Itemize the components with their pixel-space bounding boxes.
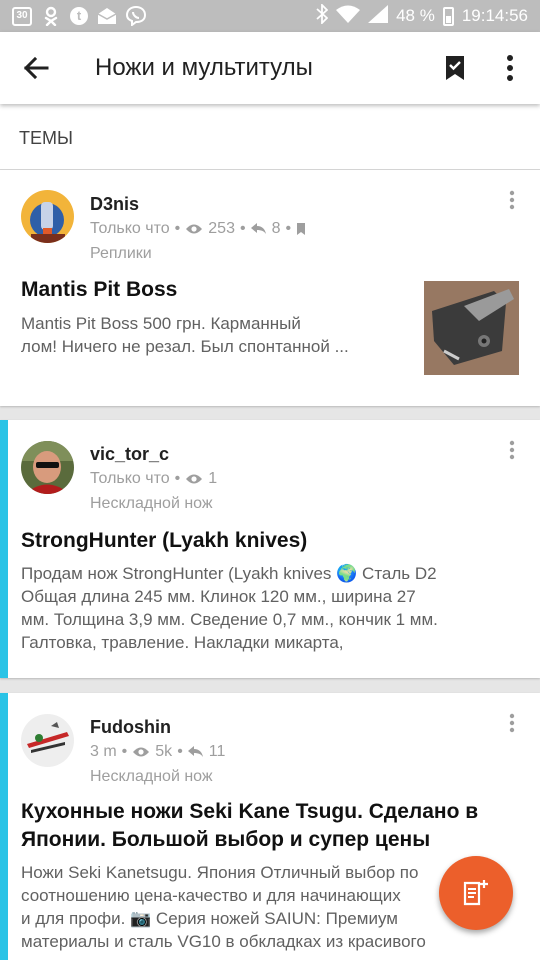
topic-title[interactable]: Кухонные ножи Seki Kane Tsugu. Сделано в…	[21, 798, 478, 854]
bluetooth-icon	[316, 2, 329, 29]
reply-count: 8	[271, 220, 281, 237]
topic-title[interactable]: Mantis Pit Boss	[21, 276, 177, 304]
new-post-icon	[463, 880, 488, 906]
clock: 19:14:56	[461, 6, 528, 25]
topic-excerpt: Продам нож StrongHunter (Lyakh knives 🌍 …	[21, 564, 438, 652]
calendar-icon: 30	[12, 6, 32, 26]
battery-icon	[442, 6, 454, 26]
topic-excerpt: Ножи Seki Kanetsugu. Япония Отличный выб…	[21, 863, 426, 951]
eye-icon	[186, 474, 203, 484]
reply-count: 11	[208, 743, 226, 760]
eye-icon	[186, 224, 203, 234]
reply-icon	[250, 223, 266, 234]
card-more-button[interactable]	[502, 187, 522, 213]
more-vert-icon	[509, 713, 515, 733]
post-time: Только что	[90, 220, 170, 237]
card-more-button[interactable]	[502, 710, 522, 736]
topic-card[interactable]: vic_tor_c Только что • 1 Нескладной нож …	[0, 420, 540, 678]
topic-meta: Только что • 253 • 8 •	[90, 220, 306, 238]
more-vert-icon	[509, 440, 515, 460]
avatar[interactable]	[21, 190, 74, 243]
new-topic-fab[interactable]	[439, 856, 513, 930]
view-count: 253	[208, 220, 235, 237]
forum-name[interactable]: Нескладной нож	[90, 495, 213, 513]
view-count: 1	[208, 470, 218, 487]
bookmark-button[interactable]	[430, 32, 480, 104]
author-name[interactable]: Fudoshin	[90, 717, 171, 738]
author-name[interactable]: vic_tor_c	[90, 444, 169, 465]
avatar[interactable]	[21, 441, 74, 494]
eye-icon	[133, 747, 150, 757]
ok-icon	[41, 6, 61, 26]
topic-card[interactable]: D3nis Только что • 253 • 8 • Реплики Man…	[0, 170, 540, 406]
page-title: Ножи и мультитулы	[95, 54, 313, 81]
forum-name[interactable]: Реплики	[90, 245, 152, 263]
author-name[interactable]: D3nis	[90, 194, 139, 215]
post-time: Только что	[90, 470, 170, 487]
app-bar: Ножи и мультитулы	[0, 32, 540, 104]
wifi-icon	[336, 5, 361, 28]
section-header: ТЕМЫ	[0, 104, 540, 170]
signal-icon	[368, 4, 389, 28]
topic-meta: 3 m • 5k • 11	[90, 743, 226, 760]
bookmark-icon	[446, 56, 464, 80]
section-label: ТЕМЫ	[19, 128, 73, 148]
avatar[interactable]	[21, 714, 74, 767]
topic-meta: Только что • 1	[90, 470, 218, 487]
back-arrow-icon	[23, 56, 49, 80]
topic-excerpt: Mantis Pit Boss 500 грн. Карманный лом! …	[21, 314, 349, 356]
more-options-button[interactable]	[480, 32, 540, 104]
t-icon: t	[70, 7, 88, 25]
more-vert-icon	[507, 55, 513, 81]
status-bar: 30 t 48 % 19:14:56	[0, 0, 540, 32]
battery-percent: 48 %	[396, 6, 435, 25]
mail-icon	[97, 6, 117, 26]
reply-icon	[187, 746, 203, 757]
calendar-day: 30	[16, 10, 28, 21]
back-button[interactable]	[0, 32, 72, 104]
bookmark-small-icon	[297, 223, 306, 235]
card-more-button[interactable]	[502, 437, 522, 463]
topic-title[interactable]: StrongHunter (Lyakh knives)	[21, 527, 307, 555]
post-time: 3 m	[90, 743, 117, 760]
more-vert-icon	[509, 190, 515, 210]
viber-icon	[126, 6, 146, 26]
view-count: 5k	[155, 743, 173, 760]
forum-name[interactable]: Нескладной нож	[90, 768, 213, 786]
topic-thumbnail[interactable]	[424, 281, 519, 375]
